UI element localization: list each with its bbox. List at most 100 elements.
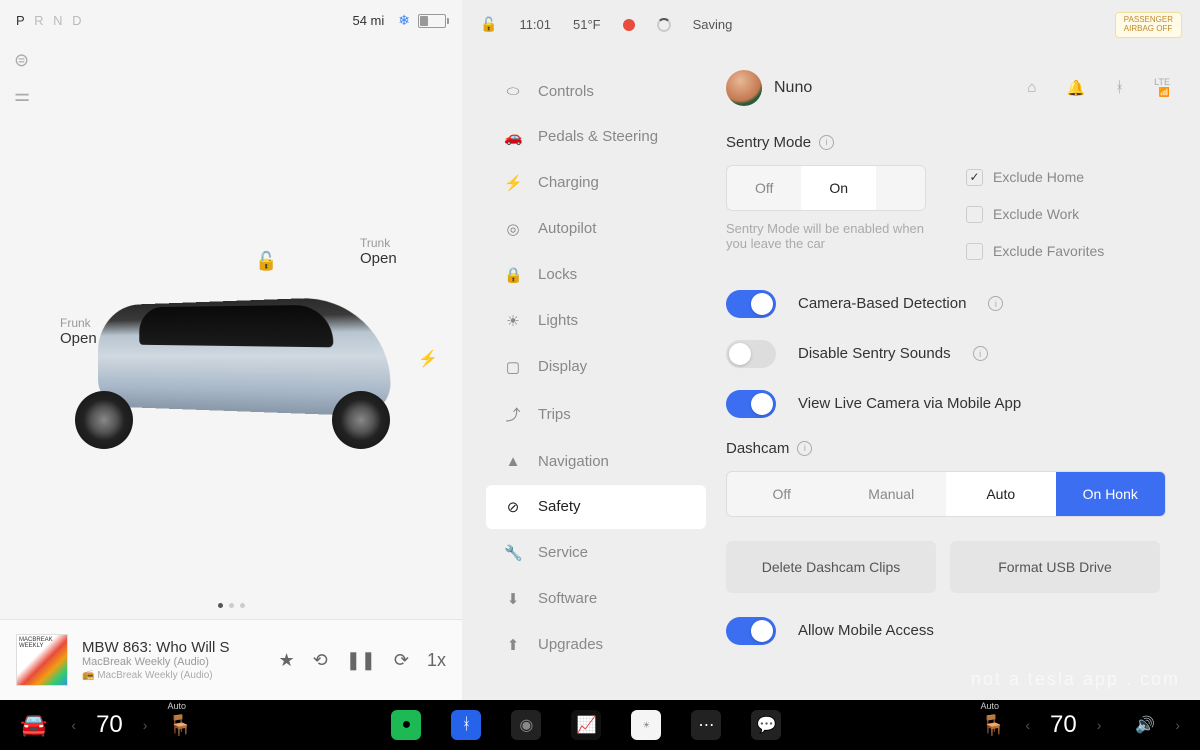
- info-icon[interactable]: i: [797, 441, 812, 456]
- car-visualization[interactable]: Frunk Open Trunk Open 🔓 ⚡: [0, 41, 462, 589]
- profile-name[interactable]: Nuno: [774, 79, 812, 97]
- sentry-off-button[interactable]: Off: [727, 166, 801, 210]
- sidebar-label: Software: [538, 590, 597, 607]
- sidebar-item-safety[interactable]: ⊘Safety: [486, 485, 706, 529]
- car-status-panel: P R N D 54 mi ❄ ⊜ ⚌ Frunk Open Trunk Ope…: [0, 0, 462, 700]
- car-lock-icon[interactable]: 🔓: [480, 16, 497, 33]
- sidebar-icon: ⬆: [504, 636, 522, 654]
- volume-up[interactable]: ›: [1175, 717, 1180, 733]
- temp-down-left[interactable]: ‹: [71, 717, 76, 733]
- rewind-15-button[interactable]: ⟲: [313, 650, 328, 671]
- recording-indicator-icon: [623, 19, 635, 31]
- bluetooth-app[interactable]: ᚼ: [451, 710, 481, 740]
- sidebar-item-trips[interactable]: ⤴Trips: [486, 391, 706, 438]
- exclude-favorites-checkbox[interactable]: Exclude Favorites: [966, 243, 1104, 260]
- playback-speed-button[interactable]: 1x: [427, 650, 446, 671]
- media-player: MACBREAKWEEKLY MBW 863: Who Will S MacBr…: [0, 619, 462, 700]
- homelink-icon[interactable]: ⌂: [1027, 79, 1036, 96]
- car-icon[interactable]: 🚘: [20, 712, 47, 738]
- sentry-description: Sentry Mode will be enabled when you lea…: [726, 221, 926, 251]
- driver-temp[interactable]: 70: [96, 711, 123, 739]
- sidebar-icon: ▲: [504, 453, 522, 470]
- bluetooth-icon[interactable]: ᚼ: [1115, 79, 1124, 96]
- sidebar-label: Safety: [538, 498, 581, 515]
- messages-app[interactable]: 💬: [751, 710, 781, 740]
- stocks-app[interactable]: 📈: [571, 710, 601, 740]
- spotify-app[interactable]: ●: [391, 710, 421, 740]
- temp-up-right[interactable]: ›: [1097, 717, 1102, 733]
- sidebar-item-pedals-steering[interactable]: 🚗Pedals & Steering: [486, 115, 706, 159]
- saving-label: Saving: [693, 17, 733, 32]
- sidebar-icon: ⬇: [504, 590, 522, 608]
- format-usb-button[interactable]: Format USB Drive: [950, 541, 1160, 593]
- info-icon[interactable]: i: [819, 135, 834, 150]
- sidebar-label: Service: [538, 544, 588, 561]
- sidebar-icon: 🔧: [504, 544, 522, 562]
- sentry-mode-toggle: Off On: [726, 165, 926, 211]
- sidebar-label: Charging: [538, 174, 599, 191]
- sidebar-icon: 🔒: [504, 266, 522, 284]
- info-icon[interactable]: i: [988, 296, 1003, 311]
- media-source: 📻 MacBreak Weekly (Audio): [82, 670, 264, 681]
- sidebar-item-controls[interactable]: ⬭Controls: [486, 70, 706, 113]
- sidebar-label: Upgrades: [538, 636, 603, 653]
- battery-icon[interactable]: [418, 14, 446, 28]
- camera-app[interactable]: ◉: [511, 710, 541, 740]
- notifications-icon[interactable]: 🔔: [1066, 79, 1085, 97]
- passenger-temp[interactable]: 70: [1050, 711, 1077, 739]
- dashcam-off-button[interactable]: Off: [727, 472, 837, 516]
- airbag-badge: PASSENGERAIRBAG OFF: [1115, 12, 1182, 38]
- weather-app[interactable]: ☀: [631, 710, 661, 740]
- clock: 11:01: [519, 17, 551, 32]
- sidebar-icon: ⚡: [504, 174, 522, 192]
- temp-up-left[interactable]: ›: [143, 717, 148, 733]
- disable-sounds-toggle[interactable]: [726, 340, 776, 368]
- sidebar-item-lights[interactable]: ☀Lights: [486, 299, 706, 343]
- bottom-dock: 🚘 ‹ 70 › Auto🪑 ● ᚼ ◉ 📈 ☀ ⋯ 💬 Auto🪑 ‹ 70 …: [0, 700, 1200, 750]
- sentry-on-button[interactable]: On: [801, 166, 876, 210]
- exclude-home-checkbox[interactable]: ✓Exclude Home: [966, 169, 1104, 186]
- sidebar-item-charging[interactable]: ⚡ Charging: [486, 161, 706, 205]
- sidebar-item-upgrades[interactable]: ⬆ Upgrades: [486, 623, 706, 667]
- sidebar-label: Display: [538, 358, 587, 375]
- status-bar-right: 🔓 11:01 51°F Saving PASSENGERAIRBAG OFF: [462, 0, 1200, 50]
- avatar[interactable]: [726, 70, 762, 106]
- dashcam-auto-button[interactable]: Auto: [946, 472, 1056, 516]
- status-bar-left: P R N D 54 mi ❄: [0, 0, 462, 41]
- exclude-work-checkbox[interactable]: Exclude Work: [966, 206, 1104, 223]
- sidebar-label: Navigation: [538, 453, 609, 470]
- sidebar-item-locks[interactable]: 🔒Locks: [486, 253, 706, 297]
- gear-selector: P R N D: [16, 13, 84, 28]
- forward-15-button[interactable]: ⟳: [394, 650, 409, 671]
- passenger-seat-heat[interactable]: Auto🪑: [980, 713, 1005, 738]
- sidebar-item-navigation[interactable]: ▲ Navigation: [486, 440, 706, 483]
- live-camera-toggle[interactable]: [726, 390, 776, 418]
- sidebar-item-service[interactable]: 🔧 Service: [486, 531, 706, 575]
- page-dots[interactable]: [0, 589, 462, 619]
- info-icon[interactable]: i: [973, 346, 988, 361]
- sidebar-icon: ⤴: [504, 404, 522, 425]
- album-art[interactable]: MACBREAKWEEKLY: [16, 634, 68, 686]
- favorite-button[interactable]: ★: [278, 650, 294, 671]
- outside-temp: 51°F: [573, 17, 601, 32]
- dashcam-onhonk-button[interactable]: On Honk: [1056, 472, 1166, 516]
- delete-clips-button[interactable]: Delete Dashcam Clips: [726, 541, 936, 593]
- temp-down-right[interactable]: ‹: [1025, 717, 1030, 733]
- volume-icon[interactable]: 🔊: [1135, 715, 1155, 735]
- saving-spinner-icon: [657, 18, 671, 32]
- driver-seat-heat[interactable]: Auto🪑: [167, 713, 192, 738]
- sidebar-label: Autopilot: [538, 220, 596, 237]
- camera-detection-toggle[interactable]: [726, 290, 776, 318]
- more-apps[interactable]: ⋯: [691, 710, 721, 740]
- charge-port-icon[interactable]: ⚡: [418, 349, 438, 369]
- sidebar-item-software[interactable]: ⬇ Software: [486, 577, 706, 621]
- media-title: MBW 863: Who Will S: [82, 639, 264, 656]
- sidebar-icon: ◎: [504, 220, 522, 238]
- sidebar-item-display[interactable]: ▢Display: [486, 345, 706, 389]
- dashcam-manual-button[interactable]: Manual: [837, 472, 947, 516]
- sidebar-item-autopilot[interactable]: ◎ Autopilot: [486, 207, 706, 251]
- range-remaining: 54 mi: [352, 13, 384, 28]
- pause-button[interactable]: ❚❚: [346, 650, 376, 671]
- allow-mobile-toggle[interactable]: [726, 617, 776, 645]
- dashcam-header: Dashcami: [726, 440, 1170, 457]
